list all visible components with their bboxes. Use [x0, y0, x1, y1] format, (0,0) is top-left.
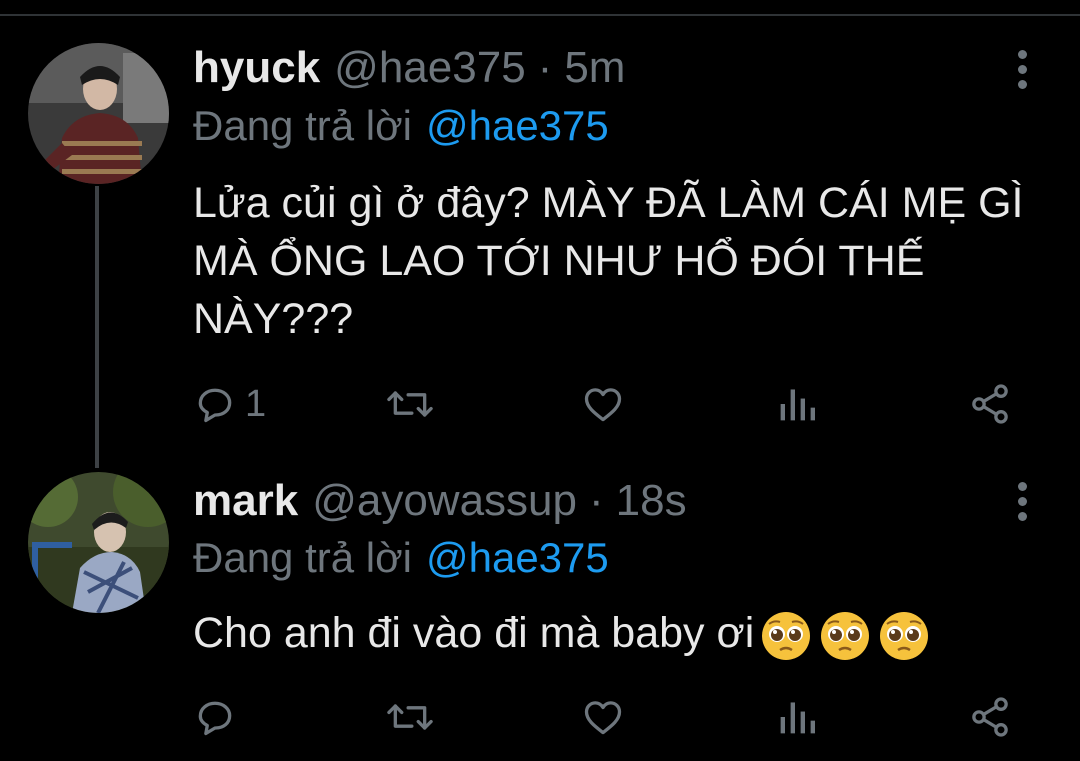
twitter-thread-screen: hyuck @hae375 · 5m Đang trả lời @hae375 L… [0, 0, 1080, 761]
tweet-mark[interactable]: mark @ayowassup · 18s Đang trả lời @hae37… [0, 470, 1080, 761]
action-bar [0, 693, 1080, 741]
avatar-hyuck[interactable] [28, 43, 169, 184]
retweet-icon [387, 391, 433, 417]
more-options-button[interactable] [1004, 476, 1040, 526]
tweet-text: Cho anh đi vào đi mà baby ơi [193, 609, 755, 657]
like-button[interactable] [580, 380, 626, 428]
reply-button[interactable]: 1 [193, 380, 266, 428]
pleading-face-emoji [880, 611, 929, 660]
share-button[interactable] [968, 380, 1012, 428]
reply-button[interactable] [193, 693, 245, 741]
timestamp[interactable]: 5m [564, 42, 625, 94]
reply-mention-link[interactable]: @hae375 [426, 102, 609, 149]
share-icon [972, 697, 1008, 737]
tweet-header: mark @ayowassup · 18s [193, 475, 687, 527]
analytics-icon [780, 702, 815, 734]
more-options-button[interactable] [1004, 44, 1040, 94]
pleading-face-emoji [762, 611, 811, 660]
separator-dot: · [588, 476, 604, 525]
separator-dot: · [537, 43, 553, 92]
pleading-face-emoji [821, 611, 870, 660]
replying-to-line: Đang trả lời @hae375 [193, 101, 609, 151]
like-button[interactable] [580, 693, 626, 741]
more-dot [1017, 79, 1027, 89]
more-dot [1017, 496, 1027, 506]
display-name[interactable]: mark [193, 475, 298, 527]
action-bar: 1 [0, 380, 1080, 428]
share-button[interactable] [968, 693, 1012, 741]
replying-to-label: Đang trả lời [193, 534, 412, 581]
reply-mention-link[interactable]: @hae375 [426, 534, 609, 581]
analytics-icon [780, 389, 815, 421]
more-dot [1017, 64, 1027, 74]
like-icon [584, 701, 622, 735]
user-handle[interactable]: @ayowassup [312, 475, 577, 527]
replying-to-label: Đang trả lời [193, 102, 412, 149]
timestamp[interactable]: 18s [616, 475, 687, 527]
replying-to-line: Đang trả lời @hae375 [193, 533, 609, 583]
user-handle[interactable]: @hae375 [334, 42, 526, 94]
like-icon [584, 388, 622, 422]
retweet-button[interactable] [386, 693, 434, 741]
avatar-mark[interactable] [28, 472, 169, 613]
retweet-button[interactable] [386, 380, 434, 428]
tweet-text-row: Cho anh đi vào đi mà baby ơi [193, 604, 1043, 662]
retweet-icon [387, 704, 433, 730]
more-dot [1017, 481, 1027, 491]
share-icon [972, 384, 1008, 424]
reply-icon [198, 701, 232, 736]
more-dot [1017, 49, 1027, 59]
more-dot [1017, 511, 1027, 521]
analytics-button[interactable] [777, 380, 817, 428]
reply-icon [198, 388, 232, 423]
tweet-text: Lửa củi gì ở đây? MÀY ĐÃ LÀM CÁI MẸ GÌ M… [193, 179, 1024, 343]
tweet-hyuck[interactable]: hyuck @hae375 · 5m Đang trả lời @hae375 L… [0, 0, 1080, 470]
display-name[interactable]: hyuck [193, 42, 320, 94]
tweet-header: hyuck @hae375 · 5m [193, 42, 625, 94]
emoji-group [760, 610, 930, 662]
analytics-button[interactable] [777, 693, 817, 741]
reply-count: 1 [245, 382, 267, 425]
